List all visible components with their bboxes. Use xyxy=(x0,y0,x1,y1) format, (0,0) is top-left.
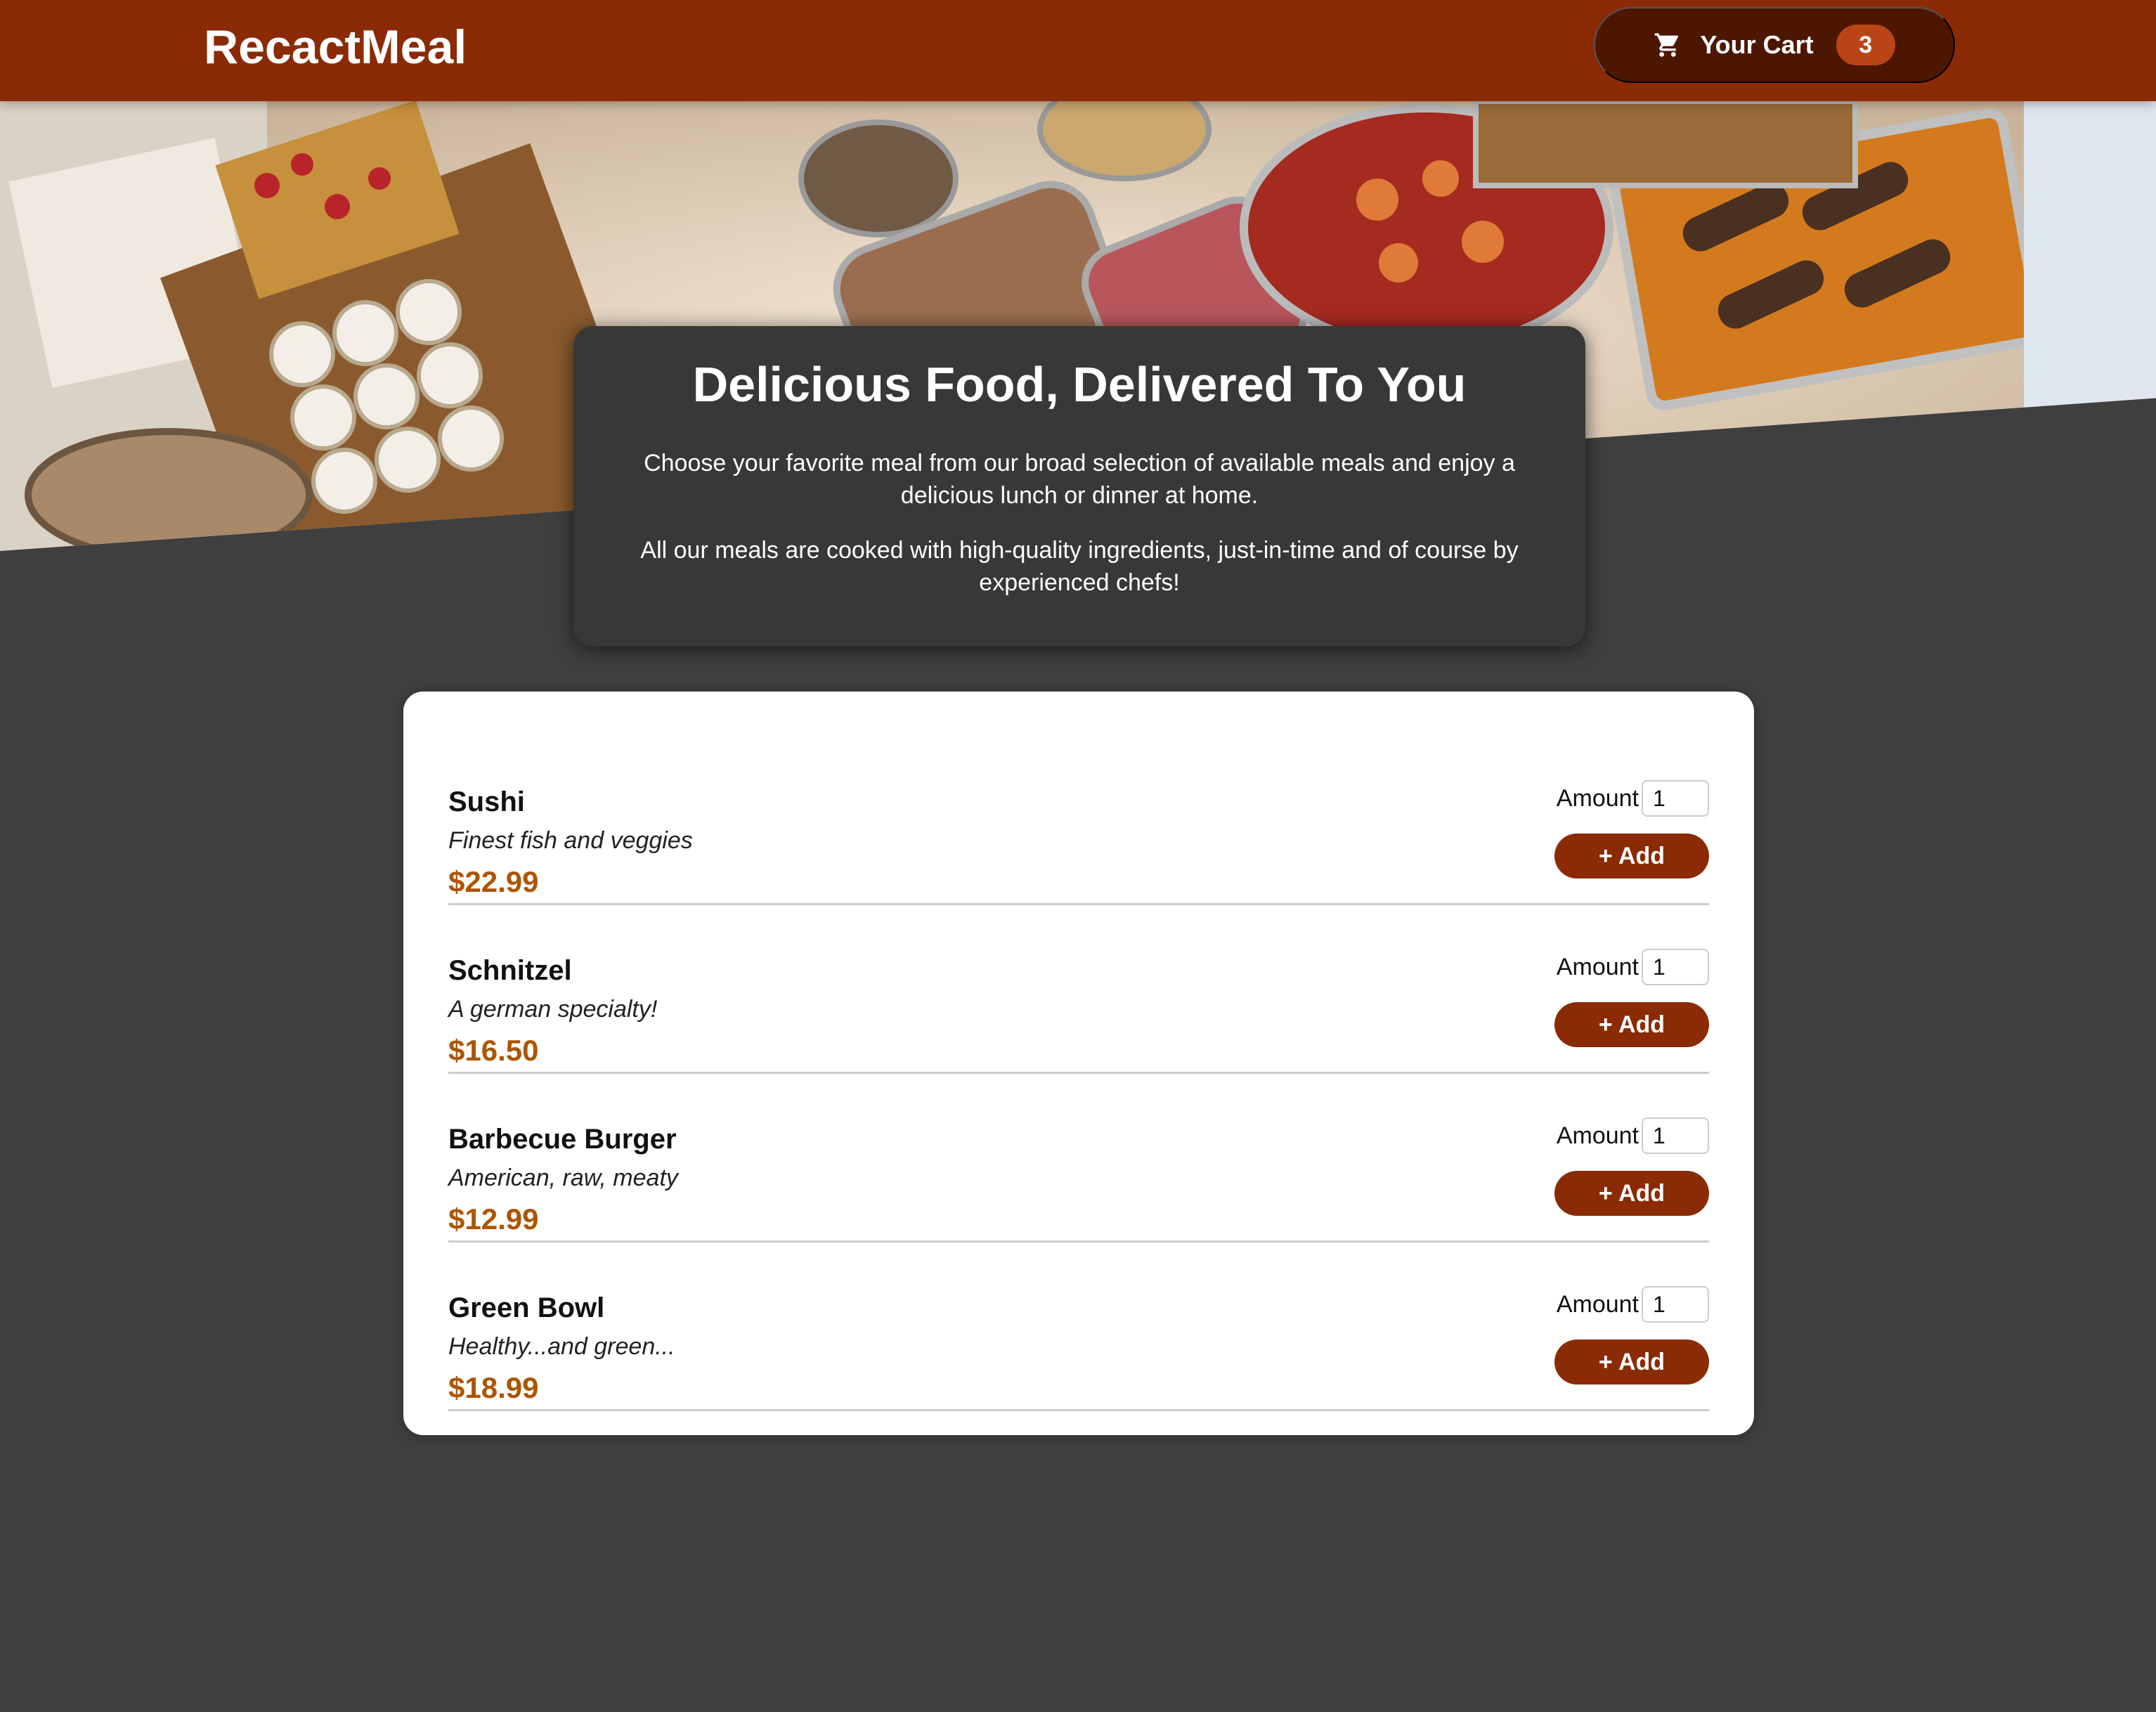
meal-description: Finest fish and veggies xyxy=(448,827,693,854)
meal-item: Barbecue Burger American, raw, meaty $12… xyxy=(448,1074,1709,1243)
meal-form: Amount + Add xyxy=(1554,780,1709,878)
summary-paragraph-1: Choose your favorite meal from our broad… xyxy=(644,450,1515,509)
meal-item: Schnitzel A german specialty! $16.50 Amo… xyxy=(448,905,1709,1074)
amount-row: Amount xyxy=(1557,1286,1709,1323)
meal-name: Green Bowl xyxy=(448,1292,605,1323)
add-button[interactable]: + Add xyxy=(1554,1340,1709,1384)
cart-count-badge: 3 xyxy=(1836,25,1895,65)
amount-label: Amount xyxy=(1556,1290,1639,1318)
meal-price: $18.99 xyxy=(448,1371,539,1404)
amount-row: Amount xyxy=(1557,780,1709,817)
add-button[interactable]: + Add xyxy=(1554,1002,1709,1047)
meal-item: Sushi Finest fish and veggies $22.99 Amo… xyxy=(448,737,1709,905)
amount-label: Amount xyxy=(1556,784,1639,812)
summary-card: Delicious Food, Delivered To You Choose … xyxy=(573,326,1585,647)
meal-price: $22.99 xyxy=(448,865,539,898)
amount-input[interactable] xyxy=(1642,949,1709,985)
amount-input[interactable] xyxy=(1642,780,1709,817)
cart-button[interactable]: Your Cart 3 xyxy=(1594,7,1955,83)
amount-label: Amount xyxy=(1556,953,1639,980)
add-button[interactable]: + Add xyxy=(1554,1171,1709,1216)
meal-price: $16.50 xyxy=(448,1034,539,1067)
meal-item: Green Bowl Healthy...and green... $18.99… xyxy=(448,1243,1709,1411)
summary-paragraph-2: All our meals are cooked with high-quali… xyxy=(640,537,1519,596)
meal-name: Schnitzel xyxy=(448,955,572,986)
meal-form: Amount + Add xyxy=(1554,1117,1709,1216)
meal-form: Amount + Add xyxy=(1554,949,1709,1047)
meal-form: Amount + Add xyxy=(1554,1286,1709,1384)
cart-label: Your Cart xyxy=(1700,30,1814,59)
meal-name: Sushi xyxy=(448,786,525,817)
meal-description: Healthy...and green... xyxy=(448,1333,675,1360)
meal-description: American, raw, meaty xyxy=(448,1165,678,1191)
meal-description: A german specialty! xyxy=(448,996,658,1023)
add-button[interactable]: + Add xyxy=(1554,834,1709,878)
brand-title: RecactMeal xyxy=(204,20,467,74)
summary-title: Delicious Food, Delivered To You xyxy=(692,357,1467,412)
cart-icon xyxy=(1654,31,1682,59)
amount-row: Amount xyxy=(1557,949,1709,985)
meals-list-card: Sushi Finest fish and veggies $22.99 Amo… xyxy=(403,692,1754,1435)
header: RecactMeal Your Cart 3 xyxy=(0,0,2156,101)
amount-label: Amount xyxy=(1556,1122,1639,1149)
amount-row: Amount xyxy=(1557,1117,1709,1154)
meal-name: Barbecue Burger xyxy=(448,1124,677,1155)
meal-price: $12.99 xyxy=(448,1202,539,1236)
amount-input[interactable] xyxy=(1642,1286,1709,1323)
amount-input[interactable] xyxy=(1642,1117,1709,1154)
page: RecactMeal Your Cart 3 Delicious Food, D… xyxy=(0,0,2156,1712)
